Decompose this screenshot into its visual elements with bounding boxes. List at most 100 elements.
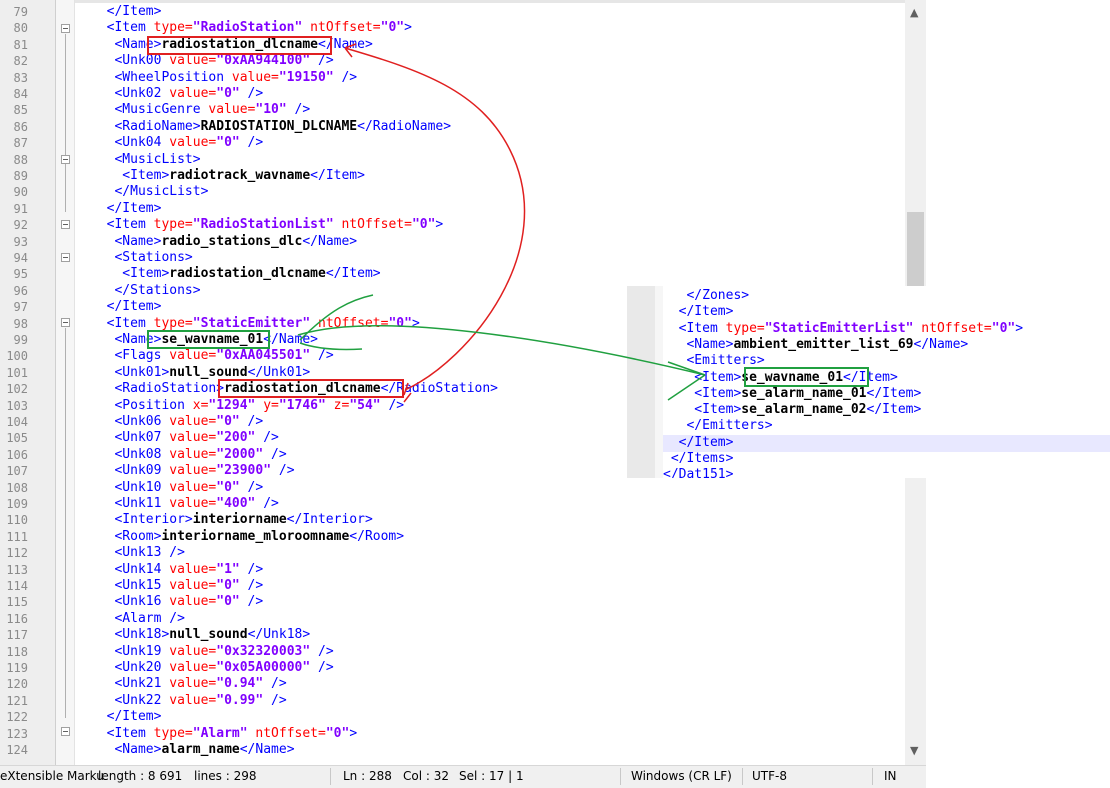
editor-line[interactable]: 114 <Unk15 value="0" /> [0, 578, 905, 594]
code-text[interactable]: <Unk18>null_sound</Unk18> [91, 627, 310, 643]
code-text[interactable]: </MusicList> [91, 184, 208, 200]
code-text: <Emitters> [663, 353, 764, 368]
code-text[interactable]: <WheelPosition value="19150" /> [91, 70, 357, 86]
editor-line[interactable]: 120 <Unk21 value="0.94" /> [0, 676, 905, 692]
code-text[interactable]: <Unk15 value="0" /> [91, 578, 263, 594]
code-text[interactable]: <Item type="StaticEmitter" ntOffset="0"> [91, 316, 420, 332]
code-text[interactable]: <Unk21 value="0.94" /> [91, 676, 286, 692]
code-text[interactable]: <Unk11 value="400" /> [91, 496, 278, 512]
code-text[interactable]: <Unk04 value="0" /> [91, 135, 263, 151]
code-text[interactable]: <Name>se_wavname_01</Name> [91, 332, 318, 348]
code-text[interactable]: <Unk22 value="0.99" /> [91, 692, 286, 709]
editor-line[interactable]: 80 <Item type="RadioStation" ntOffset="0… [0, 20, 905, 36]
code-text[interactable]: <Stations> [91, 250, 192, 266]
editor-line[interactable]: 121 <Unk22 value="0.99" /> [0, 693, 905, 709]
editor-line[interactable]: 123 <Item type="Alarm" ntOffset="0"> [0, 726, 905, 742]
code-text[interactable]: <Name>alarm_name</Name> [91, 742, 294, 758]
editor-line[interactable]: 112 <Unk13 /> [0, 545, 905, 561]
editor-line[interactable]: 81 <Name>radiostation_dlcname</Name> [0, 37, 905, 53]
line-number: 81 [13, 37, 28, 52]
code-token: se_wavname_01 [161, 332, 264, 347]
code-token: </Item> [866, 385, 922, 401]
code-text[interactable]: <Interior>interiorname</Interior> [91, 512, 372, 528]
code-token: value= [169, 692, 217, 708]
code-token: value= [208, 102, 256, 118]
editor-line[interactable]: 93 <Name>radio_stations_dlc</Name> [0, 234, 905, 250]
code-text[interactable]: <Name>radiostation_dlcname</Name> [91, 37, 372, 53]
code-text[interactable]: <Unk10 value="0" /> [91, 480, 263, 496]
editor-line[interactable]: 109 <Unk11 value="400" /> [0, 496, 905, 512]
editor-line[interactable]: 118 <Unk19 value="0x32320003" /> [0, 644, 905, 660]
editor-line[interactable]: 119 <Unk20 value="0x05A00000" /> [0, 660, 905, 676]
editor-line[interactable]: 82 <Unk00 value="0xAA944100" /> [0, 53, 905, 69]
code-text[interactable]: </Item> [91, 709, 162, 725]
code-text[interactable]: <Alarm /> [91, 611, 184, 627]
code-token: <Item> [91, 168, 170, 183]
code-text[interactable]: <MusicGenre value="10" /> [91, 102, 310, 118]
editor-line[interactable]: 92 <Item type="RadioStationList" ntOffse… [0, 217, 905, 233]
editor-line[interactable]: 79 </Item> [0, 4, 905, 20]
code-text[interactable]: <Unk14 value="1" /> [91, 562, 263, 578]
code-text[interactable]: <Room>interiorname_mloroomname</Room> [91, 529, 404, 545]
editor-line[interactable]: 94 <Stations> [0, 250, 905, 266]
editor-line[interactable]: 115 <Unk16 value="0" /> [0, 594, 905, 610]
editor-line[interactable]: 85 <MusicGenre value="10" /> [0, 102, 905, 118]
code-text[interactable]: <Unk00 value="0xAA944100" /> [91, 53, 333, 69]
code-token: <Unk06 [91, 414, 170, 429]
code-text[interactable]: <Unk09 value="23900" /> [91, 463, 294, 479]
code-text[interactable]: <Unk08 value="2000" /> [91, 446, 286, 463]
code-text[interactable]: <Flags value="0xAA045501" /> [91, 348, 333, 364]
code-text[interactable]: <Unk01>null_sound</Unk01> [91, 365, 310, 381]
code-token: /> [380, 397, 405, 413]
scrollbar-thumb[interactable] [907, 212, 924, 287]
code-text[interactable]: </Stations> [91, 283, 200, 299]
code-text[interactable]: <Item type="RadioStationList" ntOffset="… [91, 217, 444, 233]
editor-line[interactable]: 90 </MusicList> [0, 184, 905, 200]
chevron-down-icon[interactable]: ▼ [910, 744, 918, 757]
code-token: </Dat151> [663, 467, 734, 478]
editor-line[interactable]: 111 <Room>interiorname_mloroomname</Room… [0, 529, 905, 545]
chevron-up-icon[interactable]: ▲ [910, 6, 918, 19]
editor-line[interactable]: 113 <Unk14 value="1" /> [0, 562, 905, 578]
code-text[interactable]: <Unk16 value="0" /> [91, 594, 263, 610]
line-number: 111 [6, 529, 28, 544]
editor-line[interactable]: 124 <Name>alarm_name</Name> [0, 742, 905, 758]
editor-line[interactable]: 110 <Interior>interiorname</Interior> [0, 512, 905, 528]
code-text[interactable]: </Item> [91, 4, 162, 20]
code-token: /> [239, 414, 264, 429]
second-editor-snippet: </Zones> </Item> <Item type="StaticEmitt… [627, 286, 1110, 478]
editor-line[interactable]: 116 <Alarm /> [0, 611, 905, 627]
code-text[interactable]: <Item type="Alarm" ntOffset="0"> [91, 726, 358, 742]
editor-line[interactable]: 108 <Unk10 value="0" /> [0, 480, 905, 496]
code-text[interactable]: </Item> [91, 299, 162, 315]
code-text[interactable]: <Name>radio_stations_dlc</Name> [91, 234, 357, 250]
code-token: value= [169, 446, 217, 462]
code-text[interactable]: <Unk20 value="0x05A00000" /> [91, 660, 333, 676]
code-text[interactable]: <Unk19 value="0x32320003" /> [91, 644, 333, 660]
code-text[interactable]: <Item>radiostation_dlcname</Item> [91, 266, 380, 282]
editor-line[interactable]: 89 <Item>radiotrack_wavname</Item> [0, 168, 905, 184]
code-text[interactable]: <Unk06 value="0" /> [91, 414, 263, 430]
code-text[interactable]: <MusicList> [91, 152, 200, 168]
editor-line[interactable]: 95 <Item>radiostation_dlcname</Item> [0, 266, 905, 282]
code-text[interactable]: <Item>radiotrack_wavname</Item> [91, 168, 365, 184]
editor-line[interactable]: 91 </Item> [0, 201, 905, 217]
code-text[interactable]: </Item> [91, 201, 162, 217]
editor-line[interactable]: 122 </Item> [0, 709, 905, 725]
editor-line[interactable]: 84 <Unk02 value="0" /> [0, 86, 905, 102]
editor-line[interactable]: 117 <Unk18>null_sound</Unk18> [0, 627, 905, 643]
code-text[interactable]: <Item type="RadioStation" ntOffset="0"> [91, 20, 412, 36]
code-text[interactable]: <Position x="1294" y="1746" z="54" /> [91, 398, 404, 414]
code-token: "RadioStation" [192, 20, 303, 36]
code-text[interactable]: <RadioStation>radiostation_dlcname</Radi… [91, 381, 498, 397]
code-text[interactable]: <Unk02 value="0" /> [91, 86, 263, 102]
editor-line[interactable]: 83 <WheelPosition value="19150" /> [0, 70, 905, 86]
editor-line[interactable]: 86 <RadioName>RADIOSTATION_DLCNAME</Radi… [0, 119, 905, 135]
code-text[interactable]: <Unk07 value="200" /> [91, 430, 278, 446]
code-text[interactable]: <Unk13 /> [91, 545, 184, 561]
code-token: type= [725, 320, 765, 336]
code-text[interactable]: <RadioName>RADIOSTATION_DLCNAME</RadioNa… [91, 119, 451, 135]
editor-line[interactable]: 87 <Unk04 value="0" /> [0, 135, 905, 151]
code-token: <Unk01> [91, 364, 170, 380]
editor-line[interactable]: 88 <MusicList> [0, 152, 905, 168]
